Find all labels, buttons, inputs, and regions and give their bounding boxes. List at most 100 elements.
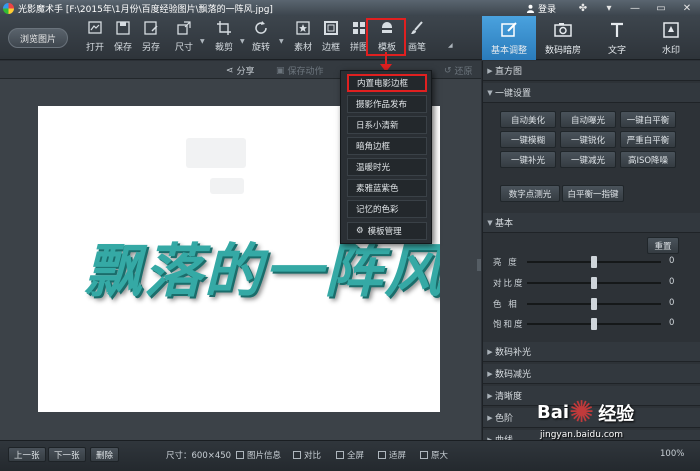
window-title: 光影魔术手 [F:\2015年\1月份\百度经验图片\飘落的一阵风.jpg] xyxy=(18,4,273,15)
save-action-button[interactable]: ▣ 保存动作 xyxy=(276,64,324,78)
slider-knob[interactable] xyxy=(591,318,597,330)
tab-watermark[interactable]: 水印 xyxy=(644,16,698,60)
reduce-light-button[interactable]: 一键减光 xyxy=(560,151,616,168)
section-histogram[interactable]: ▶ 直方图 xyxy=(483,61,700,81)
title-controls: 登录 ✤ ▾ — ▭ ✕ xyxy=(526,0,700,16)
zoom-level: 100% xyxy=(660,449,685,459)
crop-button[interactable]: 裁剪 xyxy=(209,20,239,56)
login-label: 登录 xyxy=(537,4,556,15)
compare-button[interactable]: 对比 xyxy=(293,449,321,461)
material-button[interactable]: 素材 xyxy=(288,20,318,56)
section-digital-reduce-light[interactable]: ▶ 数码减光 xyxy=(483,364,700,384)
resize-button[interactable]: 尺寸 xyxy=(169,20,199,56)
tab-digital-darkroom[interactable]: 数码暗房 xyxy=(536,16,590,60)
menu-item-template-manage[interactable]: ⚙ 模板管理 xyxy=(347,222,427,240)
paw-icon: ✺ xyxy=(569,395,595,430)
original-size-icon xyxy=(420,451,428,459)
restore-icon: ↺ xyxy=(444,65,452,76)
login-button[interactable]: 登录 xyxy=(526,2,556,15)
minimize-button[interactable]: — xyxy=(622,0,648,16)
photo-faint-shape xyxy=(210,178,244,194)
edit-icon xyxy=(501,21,517,37)
restore-button[interactable]: ↺ 还原 xyxy=(444,64,473,78)
collage-icon xyxy=(353,22,365,34)
open-button[interactable]: 打开 xyxy=(80,20,110,56)
more-tools-icon[interactable]: ◢ xyxy=(448,42,453,49)
save-button[interactable]: 保存 xyxy=(108,20,138,56)
section-digital-fill-light[interactable]: ▶ 数码补光 xyxy=(483,342,700,362)
camera-icon xyxy=(554,22,572,37)
menu-item-elegant-purple[interactable]: 素雅蓝紫色 xyxy=(347,179,427,197)
rotate-dropdown-icon[interactable]: ▼ xyxy=(279,38,284,45)
next-image-button[interactable]: 下一张 xyxy=(48,447,86,462)
rotate-button[interactable]: 旋转 xyxy=(246,20,276,56)
expand-icon: ▶ xyxy=(487,413,493,422)
auto-exposure-button[interactable]: 自动曝光 xyxy=(560,111,616,128)
auto-white-balance-button[interactable]: 一键白平衡 xyxy=(620,111,676,128)
collapse-icon: ▼ xyxy=(487,88,493,97)
template-manage-icon: ⚙ xyxy=(356,226,364,236)
title-bar: 光影魔术手 [F:\2015年\1月份\百度经验图片\飘落的一阵风.jpg] 登… xyxy=(0,0,700,16)
slider-knob[interactable] xyxy=(591,298,597,310)
fit-screen-button[interactable]: 适屏 xyxy=(378,449,406,461)
section-basic[interactable]: ▼ 基本 xyxy=(483,213,700,233)
maximize-button[interactable]: ▭ xyxy=(648,0,674,16)
menu-item-japanese-fresh[interactable]: 日系小清新 xyxy=(347,116,427,134)
save-as-button[interactable]: 另存 xyxy=(136,20,166,56)
fill-light-button[interactable]: 一键补光 xyxy=(500,151,556,168)
expand-icon: ▶ xyxy=(487,347,493,356)
original-size-button[interactable]: 原大 xyxy=(420,449,448,461)
spot-metering-button[interactable]: 数字点测光 xyxy=(500,185,560,202)
collapse-icon: ▼ xyxy=(487,218,493,227)
crop-dropdown-icon[interactable]: ▼ xyxy=(240,38,245,45)
menu-item-vignette-border[interactable]: 暗角边框 xyxy=(347,137,427,155)
material-icon xyxy=(296,21,310,35)
bottom-bar: 上一张 下一张 删除 尺寸：600×450 图片信息 对比 全屏 适屏 原大 1… xyxy=(0,440,700,471)
menu-item-warm-time[interactable]: 温暖时光 xyxy=(347,158,427,176)
brightness-slider[interactable]: 亮 度 0 xyxy=(483,255,683,269)
share-icon: ⋖ xyxy=(226,65,234,76)
tab-text[interactable]: 文字 xyxy=(590,16,644,60)
brush-button[interactable]: 画笔 xyxy=(402,20,432,56)
severe-white-balance-button[interactable]: 严重白平衡 xyxy=(620,131,676,148)
skin-icon[interactable]: ✤ xyxy=(570,0,596,16)
save-icon xyxy=(116,21,130,35)
hue-slider[interactable]: 色 相 0 xyxy=(483,297,683,311)
contrast-slider[interactable]: 对比度 0 xyxy=(483,276,683,290)
close-button[interactable]: ✕ xyxy=(674,0,700,16)
open-icon xyxy=(88,21,102,34)
white-balance-pick-button[interactable]: 白平衡一指键 xyxy=(562,185,624,202)
border-button[interactable]: 边框 xyxy=(316,20,346,56)
rotate-icon xyxy=(255,21,267,34)
menu-item-memory-color[interactable]: 记忆的色彩 xyxy=(347,200,427,218)
slider-knob[interactable] xyxy=(591,256,597,268)
tab-basic-adjust[interactable]: 基本调整 xyxy=(482,16,536,60)
saturation-slider[interactable]: 饱和度 0 xyxy=(483,317,683,331)
share-button[interactable]: ⋖ 分享 xyxy=(226,64,255,78)
fullscreen-icon xyxy=(336,451,344,459)
border-icon xyxy=(324,21,338,35)
iso-denoise-button[interactable]: 高ISO降噪 xyxy=(620,151,676,168)
prev-image-button[interactable]: 上一张 xyxy=(8,447,46,462)
section-one-click[interactable]: ▼ 一键设置 xyxy=(483,83,700,103)
save-action-icon: ▣ xyxy=(276,65,285,76)
blur-button[interactable]: 一键模糊 xyxy=(500,131,556,148)
reset-button[interactable]: 重置 xyxy=(647,237,679,254)
expand-icon: ▶ xyxy=(487,66,493,75)
info-icon xyxy=(236,451,244,459)
image-info-button[interactable]: 图片信息 xyxy=(236,449,281,461)
fullscreen-button[interactable]: 全屏 xyxy=(336,449,364,461)
delete-button[interactable]: 删除 xyxy=(90,447,120,462)
panel-collapse-handle[interactable] xyxy=(477,259,481,271)
menu-item-movie-border[interactable]: 内置电影边框 xyxy=(347,74,427,92)
menu-item-photo-publish[interactable]: 摄影作品发布 xyxy=(347,95,427,113)
menu-icon[interactable]: ▾ xyxy=(596,0,622,16)
auto-beautify-button[interactable]: 自动美化 xyxy=(500,111,556,128)
text-icon xyxy=(611,22,623,37)
browse-images-button[interactable]: 浏览图片 xyxy=(8,28,68,48)
expand-icon: ▶ xyxy=(487,369,493,378)
slider-knob[interactable] xyxy=(591,277,597,289)
save-as-icon xyxy=(144,21,158,35)
resize-dropdown-icon[interactable]: ▼ xyxy=(200,38,205,45)
sharpen-button[interactable]: 一键锐化 xyxy=(560,131,616,148)
